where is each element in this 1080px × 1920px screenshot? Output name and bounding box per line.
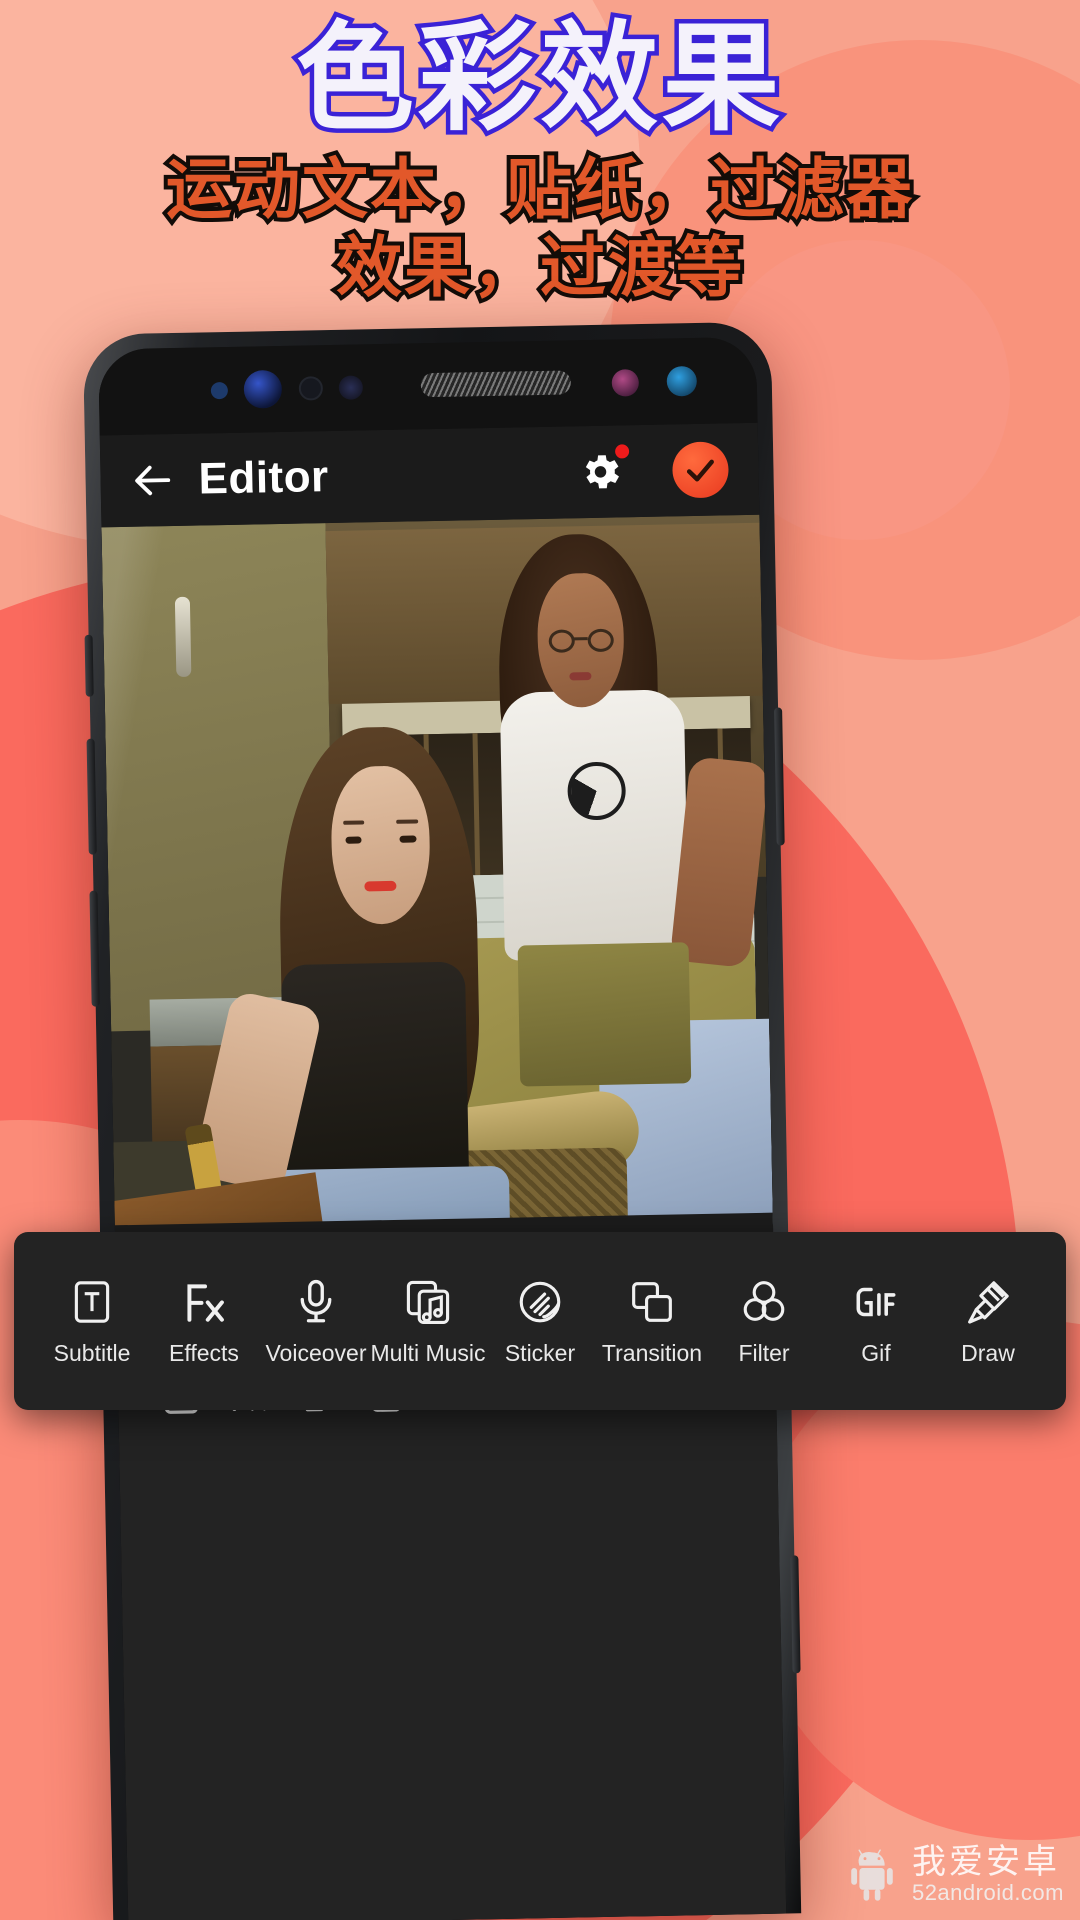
notification-badge <box>614 444 630 459</box>
three-circles-filter-icon <box>739 1275 789 1327</box>
status-led-icon <box>666 365 698 397</box>
toolbar-item-subtitle[interactable]: Subtitle <box>40 1275 144 1367</box>
android-robot-icon <box>851 1849 893 1901</box>
subtitle-text-box-icon <box>67 1275 117 1327</box>
toolbar-label: Multi Music <box>370 1340 486 1366</box>
arrow-left-icon[interactable] <box>130 457 177 504</box>
toolbar-label: Transition <box>601 1340 703 1366</box>
watermark-texts: 我爱安卓 52android.com <box>912 1843 1064 1906</box>
toolbar-label: Effects <box>169 1340 239 1366</box>
overlapping-squares-icon <box>627 1275 677 1327</box>
phone-side-button <box>84 634 94 697</box>
status-led-icon <box>611 368 640 397</box>
watermark-cn: 我爱安卓 <box>911 1843 1060 1882</box>
phone-mockup: Editor <box>82 321 802 1920</box>
front-camera-icon <box>243 369 283 409</box>
phone-volume-up-button <box>86 738 97 855</box>
multi-music-note-icon <box>403 1275 453 1327</box>
promo-title: 色彩效果 <box>291 11 784 148</box>
proximity-sensor-icon <box>298 376 324 401</box>
phone-screen: Editor <box>98 336 787 1920</box>
edit-tools-strip <box>117 1332 787 1920</box>
video-preview[interactable] <box>101 514 775 1316</box>
editing-toolbar: Subtitle Effects Voiceover Multi Music S… <box>14 1232 1066 1410</box>
preview-photo <box>101 514 775 1316</box>
app-header-bar: Editor <box>99 422 760 528</box>
promo-headline-area: 色彩效果 运动文本，贴纸，过滤器 效果，过渡等 <box>0 0 1080 309</box>
toolbar-item-transition[interactable]: Transition <box>600 1275 704 1367</box>
toolbar-item-effects[interactable]: Effects <box>152 1275 256 1367</box>
earpiece-speaker-icon <box>420 370 572 398</box>
toolbar-item-draw[interactable]: Draw <box>936 1275 1040 1367</box>
toolbar-item-multi-music[interactable]: Multi Music <box>371 1275 486 1367</box>
light-sensor-icon <box>210 381 229 399</box>
promo-subtitle-line-1: 运动文本，贴纸，过滤器 <box>162 148 916 230</box>
toolbar-label: Subtitle <box>53 1340 131 1366</box>
toolbar-item-sticker[interactable]: Sticker <box>488 1275 592 1367</box>
sticker-peel-icon <box>515 1275 565 1327</box>
toolbar-label: Filter <box>738 1340 790 1366</box>
toolbar-label: Gif <box>861 1340 891 1366</box>
phone-sensor-bar <box>98 336 758 436</box>
microphone-icon <box>291 1275 341 1327</box>
toolbar-label: Voiceover <box>265 1340 367 1366</box>
check-icon <box>686 459 714 482</box>
iris-sensor-icon <box>338 375 364 400</box>
toolbar-label: Draw <box>961 1340 1015 1366</box>
phone-frame: Editor <box>82 321 802 1920</box>
toolbar-label: Sticker <box>504 1340 576 1366</box>
gif-icon <box>851 1275 901 1327</box>
toolbar-item-filter[interactable]: Filter <box>712 1275 816 1367</box>
toolbar-item-gif[interactable]: Gif <box>824 1275 928 1367</box>
watermark-en: 52android.com <box>911 1880 1064 1906</box>
fx-icon <box>179 1275 229 1327</box>
confirm-button[interactable] <box>671 441 730 499</box>
promo-subtitle: 运动文本，贴纸，过滤器 效果，过渡等 <box>0 148 1080 308</box>
brush-icon <box>963 1275 1013 1327</box>
phone-volume-down-button <box>89 890 100 1007</box>
toolbar-item-voiceover[interactable]: Voiceover <box>264 1275 368 1367</box>
site-watermark: 我爱安卓 52android.com <box>844 1843 1064 1906</box>
page-title: Editor <box>198 452 330 504</box>
settings-button[interactable] <box>574 444 630 498</box>
promo-subtitle-line-2: 效果，过渡等 <box>332 226 746 308</box>
